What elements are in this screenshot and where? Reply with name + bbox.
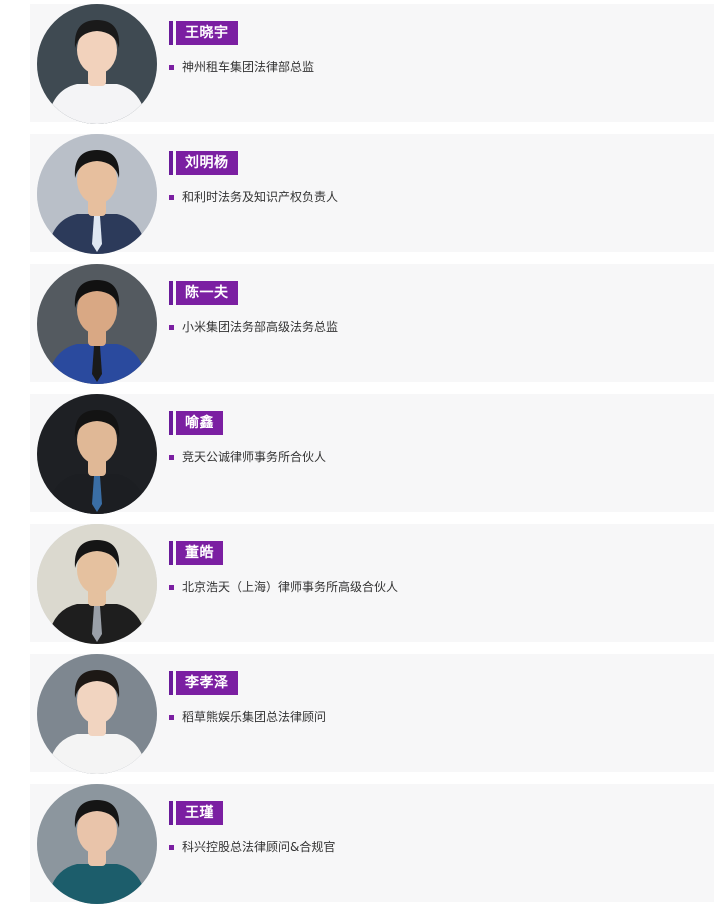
speaker-name-tag: 刘明杨: [169, 151, 238, 175]
speaker-name-tag: 喻鑫: [169, 411, 223, 435]
name-accent-bar: [169, 281, 173, 305]
name-accent-bar: [169, 671, 173, 695]
speaker-card-7: 王瑾 科兴控股总法律顾问&合规官: [30, 784, 714, 904]
name-accent-bar: [169, 411, 173, 435]
speaker-title: 稻草熊娱乐集团总法律顾问: [182, 710, 327, 724]
speaker-title: 北京浩天（上海）律师事务所高级合伙人: [182, 580, 399, 594]
speaker-name-tag: 王晓宇: [169, 21, 238, 45]
speaker-name: 喻鑫: [176, 411, 223, 435]
avatar: [37, 654, 157, 774]
name-accent-bar: [169, 801, 173, 825]
square-bullet-icon: [169, 194, 174, 200]
speaker-title-row: 稻草熊娱乐集团总法律顾问: [169, 709, 326, 725]
speaker-name: 李孝泽: [176, 671, 238, 695]
square-bullet-icon: [169, 454, 174, 460]
name-accent-bar: [169, 151, 173, 175]
avatar: [37, 134, 157, 254]
speaker-name: 刘明杨: [176, 151, 238, 175]
avatar: [37, 394, 157, 514]
speaker-title-row: 小米集团法务部高级法务总监: [169, 319, 338, 335]
avatar: [37, 4, 157, 124]
square-bullet-icon: [169, 64, 174, 70]
square-bullet-icon: [169, 324, 174, 330]
speaker-name: 陈一夫: [176, 281, 238, 305]
avatar: [37, 524, 157, 644]
speaker-title: 小米集团法务部高级法务总监: [182, 320, 339, 334]
speaker-card-4: 喻鑫 竞天公诚律师事务所合伙人: [30, 394, 714, 514]
speaker-name-tag: 董皓: [169, 541, 223, 565]
speaker-title-row: 科兴控股总法律顾问&合规官: [169, 839, 335, 855]
speaker-title-row: 竞天公诚律师事务所合伙人: [169, 449, 326, 465]
speaker-title: 和利时法务及知识产权负责人: [182, 190, 339, 204]
speaker-title-row: 和利时法务及知识产权负责人: [169, 189, 338, 205]
square-bullet-icon: [169, 844, 174, 850]
speaker-title-row: 神州租车集团法律部总监: [169, 59, 314, 75]
speaker-name-tag: 王瑾: [169, 801, 223, 825]
speaker-card-5: 董皓 北京浩天（上海）律师事务所高级合伙人: [30, 524, 714, 644]
square-bullet-icon: [169, 584, 174, 590]
name-accent-bar: [169, 21, 173, 45]
speaker-card-1: 王晓宇 神州租车集团法律部总监: [30, 4, 714, 124]
avatar: [37, 784, 157, 904]
speaker-card-3: 陈一夫 小米集团法务部高级法务总监: [30, 264, 714, 384]
speaker-name: 王瑾: [176, 801, 223, 825]
speaker-title-row: 北京浩天（上海）律师事务所高级合伙人: [169, 579, 398, 595]
name-accent-bar: [169, 541, 173, 565]
speaker-title: 神州租车集团法律部总监: [182, 60, 315, 74]
speaker-card-2: 刘明杨 和利时法务及知识产权负责人: [30, 134, 714, 254]
speaker-name-tag: 陈一夫: [169, 281, 238, 305]
square-bullet-icon: [169, 714, 174, 720]
speaker-name: 董皓: [176, 541, 223, 565]
speaker-name-tag: 李孝泽: [169, 671, 238, 695]
speaker-title: 竞天公诚律师事务所合伙人: [182, 450, 327, 464]
avatar: [37, 264, 157, 384]
speaker-card-6: 李孝泽 稻草熊娱乐集团总法律顾问: [30, 654, 714, 774]
speaker-name: 王晓宇: [176, 21, 238, 45]
speaker-title: 科兴控股总法律顾问&合规官: [182, 840, 336, 854]
